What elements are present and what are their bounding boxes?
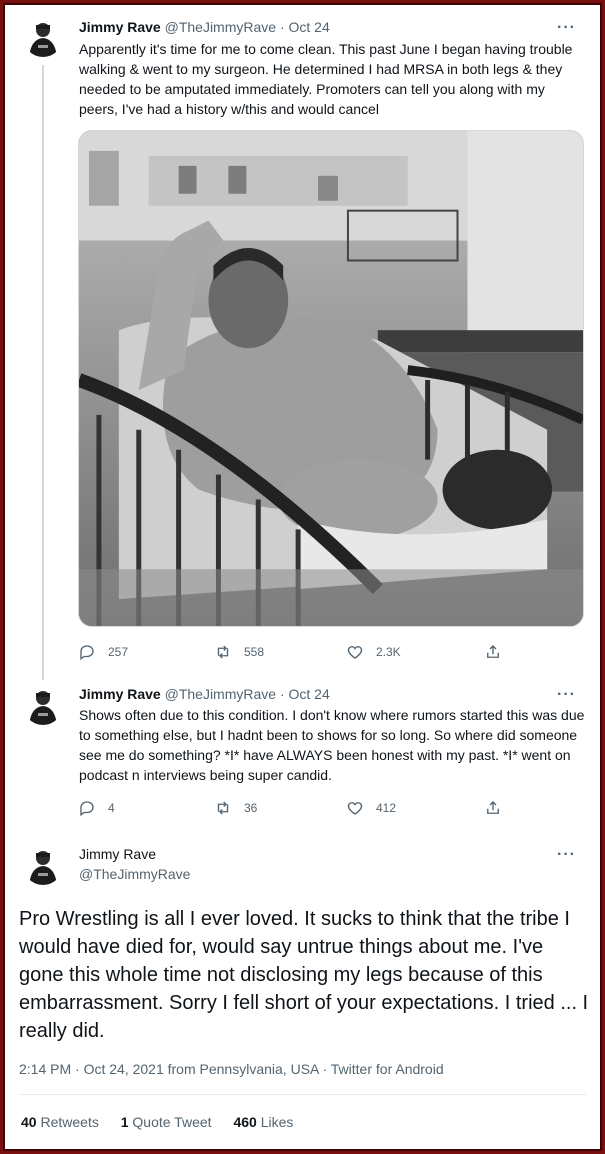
- author-name[interactable]: Jimmy Rave: [79, 845, 156, 863]
- tweet-date[interactable]: Oct 24: [289, 19, 330, 35]
- reply-count: 257: [108, 645, 129, 659]
- retweets-count: 40: [21, 1114, 37, 1130]
- reply-button[interactable]: 4: [78, 799, 115, 817]
- author-handle[interactable]: @TheJimmyRave: [79, 865, 190, 883]
- tweet-stats: 40 Retweets 1 Quote Tweet 460 Likes: [21, 1114, 311, 1130]
- retweets-stat[interactable]: 40 Retweets: [21, 1114, 99, 1130]
- reply-icon: [80, 645, 94, 661]
- avatar[interactable]: [23, 685, 63, 725]
- reply-icon: [80, 801, 94, 817]
- author-handle[interactable]: @TheJimmyRave: [165, 686, 276, 702]
- share-button[interactable]: [484, 643, 514, 661]
- like-icon: [347, 802, 363, 815]
- tweet-text: Pro Wrestling is all I ever loved. It su…: [19, 908, 589, 1042]
- retweets-label: Retweets: [40, 1114, 99, 1130]
- separator-dot: ·: [279, 19, 285, 35]
- quotes-count: 1: [120, 1114, 129, 1130]
- like-count: 412: [376, 801, 397, 815]
- tweet-header: Jimmy Rave @TheJimmyRave · Oct 24: [79, 18, 330, 36]
- likes-label: Likes: [260, 1114, 294, 1130]
- screenshot-frame: Jimmy Rave @TheJimmyRave · Oct 24 ··· Ap…: [3, 3, 602, 1151]
- separator-dot: ·: [279, 686, 285, 702]
- tweet-actions: 257 558 2.3K: [78, 643, 518, 663]
- retweet-button[interactable]: 36: [214, 799, 257, 817]
- share-icon: [487, 645, 499, 658]
- tweet-header: Jimmy Rave @TheJimmyRave · Oct 24: [79, 685, 330, 703]
- avatar[interactable]: [23, 845, 63, 885]
- tweet-meta: 2:14 PM · Oct 24, 2021 from Pennsylvania…: [19, 1061, 444, 1077]
- retweet-count: 36: [244, 801, 258, 815]
- like-button[interactable]: 2.3K: [346, 643, 401, 661]
- quotes-label: Quote Tweet: [132, 1114, 212, 1130]
- tweet-date[interactable]: Oct 24: [289, 686, 330, 702]
- retweet-icon: [217, 645, 229, 659]
- retweet-count: 558: [244, 645, 265, 659]
- like-count: 2.3K: [376, 645, 401, 659]
- reply-count: 4: [108, 801, 115, 815]
- likes-count: 460: [233, 1114, 257, 1130]
- share-button[interactable]: [484, 799, 514, 817]
- thread-line: [42, 65, 44, 680]
- tweet-text: Shows often due to this condition. I don…: [79, 707, 585, 783]
- more-icon[interactable]: ···: [557, 687, 576, 703]
- more-icon[interactable]: ···: [557, 847, 576, 863]
- divider: [19, 1094, 586, 1095]
- more-icon[interactable]: ···: [557, 20, 576, 36]
- tweet-text: Apparently it's time for me to come clea…: [79, 41, 573, 117]
- retweet-icon: [217, 801, 229, 815]
- share-icon: [487, 801, 499, 814]
- quotes-stat[interactable]: 1 Quote Tweet: [121, 1114, 212, 1130]
- hospital-photo[interactable]: [78, 130, 584, 627]
- like-icon: [347, 646, 363, 659]
- retweet-button[interactable]: 558: [214, 643, 264, 661]
- author-name[interactable]: Jimmy Rave: [79, 19, 161, 35]
- avatar[interactable]: [23, 17, 63, 57]
- tweet-actions: 4 36 412: [78, 799, 518, 819]
- like-button[interactable]: 412: [346, 799, 396, 817]
- author-handle[interactable]: @TheJimmyRave: [165, 19, 276, 35]
- likes-stat[interactable]: 460 Likes: [233, 1114, 293, 1130]
- reply-button[interactable]: 257: [78, 643, 128, 661]
- author-name[interactable]: Jimmy Rave: [79, 686, 161, 702]
